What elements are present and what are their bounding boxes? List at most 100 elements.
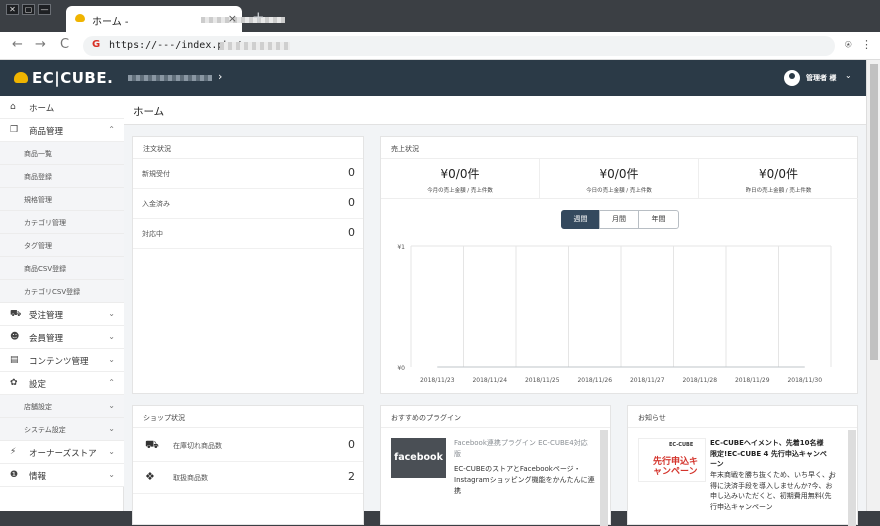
page-scrollbar[interactable] bbox=[866, 60, 880, 511]
maximize-window-button[interactable]: ▢ bbox=[22, 4, 35, 15]
news-body: 年末商戦を勝ち抜くため、いち早く、お得に決済手段を導入しませんか?今、お申し込み… bbox=[710, 471, 836, 511]
cubes-icon: ❖ bbox=[145, 470, 155, 483]
browser-toolbar: ← → C G https://---/index.php/ ⍟ ⋮ bbox=[0, 32, 880, 60]
sidebar-item-label: オーナーズストア bbox=[29, 449, 97, 459]
plugin-description: EC-CUBEのストアとFacebookページ・Instagramショッピング機… bbox=[454, 465, 595, 495]
reload-icon[interactable]: C bbox=[60, 37, 69, 52]
minimize-window-button[interactable]: — bbox=[38, 4, 51, 15]
sidebar-item-info[interactable]: ❶ 情報 ⌄ bbox=[0, 464, 124, 487]
x-tick-label: 2018/11/29 bbox=[735, 377, 770, 384]
card-header: 売上状況 bbox=[381, 137, 857, 159]
sidebar-subitem-label: 店舗設定 bbox=[24, 403, 52, 411]
sidebar-subitem-shop-settings[interactable]: 店舗設定 ⌄ bbox=[0, 395, 124, 418]
plugins-scrollbar[interactable] bbox=[600, 430, 608, 526]
facebook-plugin-image[interactable]: facebook bbox=[391, 438, 446, 478]
sidebar-item-customers[interactable]: ☻ 会員管理 ⌄ bbox=[0, 326, 124, 349]
chevron-down-icon: ⌄ bbox=[108, 332, 115, 341]
sidebar-item-label: 受注管理 bbox=[29, 311, 64, 321]
sidebar-item-settings[interactable]: ✿ 設定 ⌃ bbox=[0, 372, 124, 395]
sidebar-subitem-label: 商品CSV登録 bbox=[24, 265, 67, 273]
sidebar-subitem-tag-manage[interactable]: タグ管理 bbox=[0, 234, 124, 257]
order-row-count: 0 bbox=[348, 196, 355, 209]
sidebar-item-home[interactable]: ⌂ ホーム bbox=[0, 96, 124, 119]
order-row-new[interactable]: 新規受付 0 bbox=[133, 159, 363, 189]
user-avatar-icon[interactable] bbox=[784, 70, 800, 86]
stat-row-products[interactable]: ❖ 取扱商品数 2 bbox=[133, 462, 363, 494]
sidebar-subitem-system-settings[interactable]: システム設定 ⌄ bbox=[0, 418, 124, 441]
main-content: ホーム 注文状況 新規受付 0 入金済み 0 対応中 0 売上状況 ¥0/0件 … bbox=[124, 96, 866, 526]
back-icon[interactable]: ← bbox=[12, 37, 23, 52]
sales-status-card: 売上状況 ¥0/0件 今月の売上金額 / 売上件数 ¥0/0件 今日の売上金額 … bbox=[380, 136, 858, 394]
sidebar-subitem-label: 商品登録 bbox=[24, 173, 52, 181]
tab-close-icon[interactable]: × bbox=[228, 12, 237, 25]
sidebar-subitem-label: システム設定 bbox=[24, 426, 66, 434]
sales-value: ¥0/0件 bbox=[759, 167, 798, 181]
sidebar-item-products[interactable]: ❒ 商品管理 ⌃ bbox=[0, 119, 124, 142]
card-title: お知らせ bbox=[638, 414, 666, 422]
stat-label: 在庫切れ商品数 bbox=[173, 442, 222, 450]
x-tick-label: 2018/11/27 bbox=[630, 377, 665, 384]
sales-chart: ¥1 ¥0 2018/11/23 2018/11/24 2018/11/25 2018/1… bbox=[397, 244, 832, 384]
truck-icon: ⛟ bbox=[145, 438, 159, 451]
shop-status-card: ショップ状況 ⛟ 在庫切れ商品数 0 ❖ 取扱商品数 2 bbox=[132, 405, 364, 525]
eccube-logo-icon bbox=[14, 72, 28, 83]
forward-icon[interactable]: → bbox=[35, 37, 46, 52]
order-row-processing[interactable]: 対応中 0 bbox=[133, 219, 363, 249]
browser-tab[interactable]: ホーム - × bbox=[66, 6, 285, 32]
tab-weekly[interactable]: 週間 bbox=[561, 210, 600, 229]
sidebar-item-orders[interactable]: ⛟ 受注管理 ⌄ bbox=[0, 303, 124, 326]
home-icon: ⌂ bbox=[10, 102, 16, 112]
card-header: おすすめのプラグイン bbox=[381, 406, 610, 428]
sales-value: ¥0/0件 bbox=[440, 167, 480, 181]
sidebar-subitem-product-csv[interactable]: 商品CSV登録 bbox=[0, 257, 124, 280]
stat-row-out-of-stock[interactable]: ⛟ 在庫切れ商品数 0 bbox=[133, 430, 363, 462]
news-next-arrow-icon[interactable]: › bbox=[828, 474, 832, 484]
address-bar[interactable]: G https://---/index.php/ bbox=[83, 36, 835, 56]
y-tick-label: ¥0 bbox=[397, 365, 405, 372]
sidebar-subitem-product-register[interactable]: 商品登録 bbox=[0, 165, 124, 188]
browser-menu-icon[interactable]: ⋮ bbox=[861, 38, 872, 51]
tab-title: ホーム - bbox=[92, 17, 129, 28]
tab-yearly[interactable]: 年間 bbox=[638, 210, 679, 229]
sidebar-subitem-category-csv[interactable]: カテゴリCSV登録 bbox=[0, 280, 124, 303]
sidebar-subitem-label: 規格管理 bbox=[24, 196, 52, 204]
chevron-down-icon: ⌄ bbox=[108, 470, 115, 479]
sidebar-item-owners-store[interactable]: ⚡ オーナーズストア ⌄ bbox=[0, 441, 124, 464]
news-campaign-image[interactable]: EC-CUBE 先行申込キャンペーン bbox=[638, 438, 706, 482]
order-row-paid[interactable]: 入金済み 0 bbox=[133, 189, 363, 219]
sidebar-subitem-class-manage[interactable]: 規格管理 bbox=[0, 188, 124, 211]
plugin-name[interactable]: Facebook連携プラグイン EC-CUBE4対応版 bbox=[454, 438, 594, 460]
sales-cell-yesterday: ¥0/0件 昨日の売上金額 / 売上件数 bbox=[699, 159, 858, 199]
stat-value: 2 bbox=[348, 470, 355, 483]
tab-monthly[interactable]: 月間 bbox=[599, 210, 639, 229]
x-tick-label: 2018/11/26 bbox=[577, 377, 612, 384]
card-title: 注文状況 bbox=[143, 145, 171, 153]
close-window-button[interactable]: ✕ bbox=[6, 4, 19, 15]
sales-caption: 今日の売上金額 / 売上件数 bbox=[586, 188, 652, 194]
news-image-logo: EC-CUBE bbox=[669, 442, 694, 448]
sidebar-item-label: 設定 bbox=[29, 380, 47, 390]
chevron-up-icon: ⌃ bbox=[108, 378, 115, 387]
news-scrollbar[interactable] bbox=[848, 430, 856, 526]
sidebar-item-contents[interactable]: ▤ コンテンツ管理 ⌄ bbox=[0, 349, 124, 372]
sales-caption: 昨日の売上金額 / 売上件数 bbox=[745, 188, 812, 194]
plug-icon: ⚡ bbox=[10, 447, 17, 457]
extension-icon[interactable]: ⍟ bbox=[845, 38, 852, 52]
user-menu-chevron-icon[interactable]: ⌄ bbox=[845, 71, 852, 80]
app-logo[interactable]: EC|CUBE. bbox=[32, 69, 113, 87]
new-tab-button[interactable]: + bbox=[252, 8, 265, 26]
order-status-card: 注文状況 新規受付 0 入金済み 0 対応中 0 bbox=[132, 136, 364, 394]
sidebar-subitem-category-manage[interactable]: カテゴリ管理 bbox=[0, 211, 124, 234]
chevron-down-icon: ⌄ bbox=[108, 309, 115, 318]
x-tick-label: 2018/11/24 bbox=[472, 377, 507, 384]
google-icon: G bbox=[92, 39, 101, 50]
page-scrollbar-thumb[interactable] bbox=[870, 64, 878, 360]
news-headline[interactable]: EC-CUBEヘイメント、先着10名様限定!EC-CUBE 4 先行申込キャンペ… bbox=[710, 438, 830, 470]
x-tick-label: 2018/11/28 bbox=[682, 377, 717, 384]
card-title: おすすめのプラグイン bbox=[391, 414, 461, 422]
tab-title-redacted bbox=[201, 17, 285, 23]
shop-link-arrow-icon[interactable]: › bbox=[218, 70, 222, 83]
shop-name-redacted[interactable] bbox=[128, 75, 212, 81]
sidebar-subitem-product-list[interactable]: 商品一覧 bbox=[0, 142, 124, 165]
user-name[interactable]: 管理者 様 bbox=[806, 73, 836, 83]
